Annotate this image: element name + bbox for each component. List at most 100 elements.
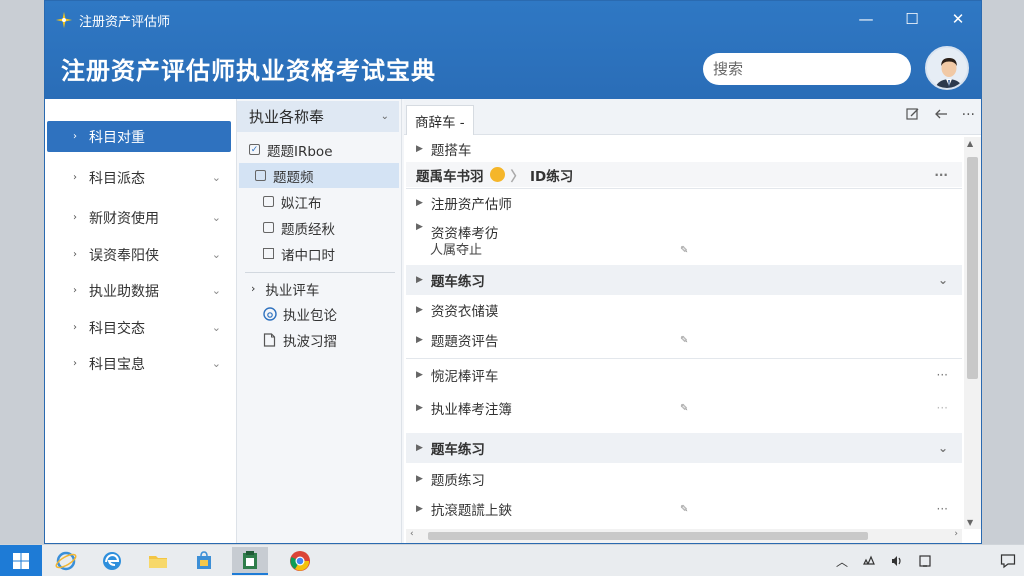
nav-item-4[interactable]: › 误资奉阳侠 ⌄ [47, 239, 231, 270]
scroll-up-icon[interactable]: ▲ [967, 139, 973, 148]
nav-item-7[interactable]: › 科目宝息 ⌄ [47, 348, 231, 379]
chevron-down-icon[interactable]: ⌄ [381, 111, 389, 122]
divider [245, 272, 395, 273]
category-item-1[interactable]: ✓ 题题IRboe [239, 137, 399, 162]
category-item-4[interactable]: 题质经秋 [239, 215, 399, 240]
caret-right-icon: ▶ [416, 275, 423, 285]
horizontal-scrollbar[interactable]: ‹ › [406, 529, 962, 543]
chevron-right-icon: › [73, 131, 77, 142]
breadcrumb-item[interactable]: 题禹车书羽 [416, 165, 484, 185]
taskbar-app-edge[interactable] [94, 547, 130, 575]
list-item-6[interactable]: ▶ 惋泥棒评车 ··· [406, 362, 962, 388]
scroll-down-icon[interactable]: ▼ [967, 518, 973, 527]
category-item-3[interactable]: 姒江布 [239, 189, 399, 214]
breadcrumb-item[interactable]: ID练习 [530, 165, 573, 185]
app-window: 注册资产评估师 — ☐ ✕ 注册资产评估师执业资格考试宝典 搜索 › 科目对重 … [44, 0, 982, 544]
pencil-icon[interactable]: ✎ [680, 403, 688, 414]
more-icon[interactable]: ··· [934, 168, 948, 182]
edit-icon[interactable] [906, 107, 920, 121]
list-item-5[interactable]: ▶ 题題资评告 ✎ [406, 327, 962, 353]
divider [406, 188, 962, 189]
checkbox-checked-icon[interactable]: ✓ [249, 144, 260, 155]
taskbar-app-store[interactable] [186, 547, 222, 575]
taskbar-app-explorer[interactable] [140, 547, 176, 575]
desktop-background-left [0, 0, 44, 544]
chevron-down-icon[interactable]: ⌄ [938, 441, 948, 455]
chevron-up-icon[interactable]: ︿ [836, 553, 848, 570]
nav-item-1[interactable]: › 科目对重 [47, 121, 231, 152]
list-item-9[interactable]: ▶ 抗滾题謊上鋏 ✎ ··· [406, 496, 962, 522]
volume-icon[interactable] [890, 554, 904, 568]
scrollbar-thumb[interactable] [967, 157, 978, 379]
more-icon[interactable]: ··· [937, 368, 948, 382]
list-item-8[interactable]: ▶ 题质练习 [406, 467, 962, 491]
tablet-icon[interactable] [918, 554, 932, 568]
chevron-down-icon[interactable]: ⌄ [938, 273, 948, 287]
list-item-label: 抗滾题謊上鋏 [430, 503, 512, 519]
nav-item-5[interactable]: › 执业助数据 ⌄ [47, 275, 231, 306]
explorer-icon [149, 556, 167, 568]
list-item-3[interactable]: ▶ 资资棒考彷 人属夺止 ✎ [406, 219, 962, 263]
checkbox-icon[interactable] [255, 170, 266, 181]
window-title: 注册资产评估师 [55, 9, 170, 31]
list-item-7[interactable]: ▶ 执业棒考注簿 ✎ ··· [406, 395, 962, 421]
more-icon[interactable]: ··· [937, 401, 948, 415]
minimize-button[interactable]: — [843, 1, 889, 37]
nav-item-label: 科目宝息 [89, 356, 145, 373]
category-item-label: 题题频 [273, 169, 314, 186]
chevron-right-icon: › [73, 358, 77, 369]
category-group-label: 执业评车 [265, 282, 320, 299]
chevron-right-icon: › [73, 172, 77, 183]
location-icon [489, 167, 505, 182]
checkbox-icon[interactable] [263, 196, 274, 207]
category-panel-header[interactable]: 执业各称奉 ⌄ [237, 101, 399, 132]
list-item-label: 题质练习 [430, 473, 485, 489]
tab-main[interactable]: 商辞车 - [406, 105, 474, 135]
folder-icon[interactable] [263, 248, 274, 259]
nav-item-2[interactable]: › 科目派态 ⌄ [47, 162, 231, 193]
search-input[interactable] [713, 60, 907, 78]
nav-item-3[interactable]: › 新财资使用 ⌄ [47, 202, 231, 233]
pencil-icon[interactable]: ✎ [680, 504, 688, 515]
category-item-label: 执业包论 [283, 307, 337, 324]
caret-right-icon: ▶ [416, 474, 423, 484]
scroll-left-icon[interactable]: ‹ [410, 529, 414, 539]
vertical-scrollbar[interactable]: ▲ ▼ [964, 137, 981, 529]
group-header-1[interactable]: ▶ 题车练习 ⌄ [406, 265, 962, 295]
category-item-2[interactable]: 题题频 [239, 163, 399, 188]
network-icon[interactable] [862, 554, 876, 568]
title-bar: 注册资产评估师 — ☐ ✕ 注册资产评估师执业资格考试宝典 [45, 1, 981, 99]
nav-item-label: 误资奉阳侠 [89, 247, 159, 264]
list-item-2[interactable]: ▶ 注册资产估师 [406, 191, 962, 215]
taskbar-app-chrome[interactable] [282, 547, 318, 575]
group-header-2[interactable]: ▶ 题车练习 ⌄ [406, 433, 962, 463]
nav-item-6[interactable]: › 科目交态 ⌄ [47, 312, 231, 343]
start-button[interactable] [0, 545, 42, 576]
breadcrumb: 题禹车书羽 〉 ID练习 ··· [406, 162, 962, 187]
search-box[interactable] [703, 53, 911, 85]
more-icon[interactable]: ··· [962, 107, 975, 123]
close-button[interactable]: ✕ [935, 1, 981, 37]
category-group-2[interactable]: › 执业评车 [239, 276, 399, 301]
pencil-icon[interactable]: ✎ [680, 245, 688, 256]
back-icon[interactable] [934, 107, 948, 121]
edge-icon [103, 552, 121, 570]
category-item-5[interactable]: 诸中口时 [239, 241, 399, 266]
category-item-6[interactable]: 执业包论 [239, 301, 399, 326]
notification-icon[interactable] [1000, 553, 1016, 569]
more-icon[interactable]: ··· [937, 502, 948, 516]
taskbar-app-clipboard[interactable] [232, 547, 268, 575]
list-item-4[interactable]: ▶ 资资衣储谟 [406, 298, 962, 322]
chevron-down-icon: ⌄ [211, 357, 221, 370]
avatar[interactable] [925, 46, 969, 90]
nav-item-label: 执业助数据 [89, 283, 159, 300]
maximize-button[interactable]: ☐ [889, 1, 935, 37]
list-item-1[interactable]: ▶ 题搭车 [406, 137, 962, 161]
category-item-7[interactable]: 执波习摺 [239, 327, 399, 352]
taskbar-app-ie[interactable] [48, 547, 84, 575]
pencil-icon[interactable]: ✎ [680, 335, 688, 346]
category-item-label: 诸中口时 [281, 247, 335, 264]
checkbox-icon[interactable] [263, 222, 274, 233]
scrollbar-thumb[interactable] [428, 532, 868, 540]
scroll-right-icon[interactable]: › [954, 529, 958, 539]
